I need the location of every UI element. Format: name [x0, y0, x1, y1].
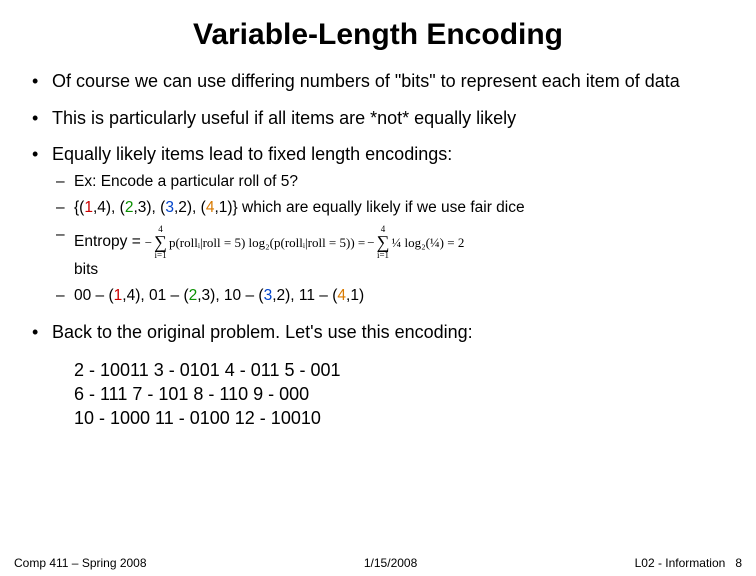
footer-left: Comp 411 – Spring 2008	[14, 556, 147, 570]
sigma-1-icon: ∑	[154, 234, 167, 250]
s2-m3: ,2), (	[174, 199, 206, 216]
encoding-row-3: 10 - 1000 11 - 0100 12 - 10010	[74, 406, 728, 430]
s4-m3: ,2), 11 – (	[272, 287, 337, 304]
s4-m4: ,1)	[346, 287, 364, 304]
sub-2: {(1,4), (2,3), (3,2), (4,1)} which are e…	[52, 198, 728, 219]
f-frac: ¼ log₂(¼) = 2	[391, 234, 464, 252]
sum-2: 4 ∑ i=1	[377, 225, 390, 259]
bullet-4: Back to the original problem. Let's use …	[28, 321, 728, 344]
f-body1: p(rollᵢ|roll = 5) log₂(p(rollᵢ|roll = 5)…	[169, 234, 365, 252]
footer-right: L02 - Information	[635, 556, 726, 570]
slide-title: Variable-Length Encoding	[28, 18, 728, 52]
footer-center: 1/15/2008	[364, 556, 417, 570]
s2-m2: ,3), (	[133, 199, 165, 216]
f-sub2: i=1	[377, 251, 389, 260]
s2-r1: 1	[84, 199, 93, 216]
s2-m4: ,1)} which are equally likely if we use …	[214, 199, 524, 216]
bullet-3: Equally likely items lead to fixed lengt…	[28, 143, 728, 307]
s2-r3: 3	[165, 199, 174, 216]
entropy-label: Entropy =	[74, 232, 141, 253]
encoding-row-2: 6 - 111 7 - 101 8 - 110 9 - 000	[74, 382, 728, 406]
bullet-1: Of course we can use differing numbers o…	[28, 70, 728, 93]
s4-r1: 1	[114, 287, 123, 304]
s4-r3: 3	[264, 287, 273, 304]
s2-m1: ,4), (	[93, 199, 125, 216]
sub-bullet-list: Ex: Encode a particular roll of 5? {(1,4…	[52, 172, 728, 308]
bullet-2: This is particularly useful if all items…	[28, 107, 728, 130]
encoding-row-1: 2 - 10011 3 - 0101 4 - 011 5 - 001	[74, 358, 728, 382]
encoding-block: 2 - 10011 3 - 0101 4 - 011 5 - 001 6 - 1…	[74, 358, 728, 431]
footer-page: 8	[735, 556, 742, 570]
s4-m1: ,4), 01 – (	[122, 287, 188, 304]
bullet-3-text: Equally likely items lead to fixed lengt…	[52, 144, 452, 164]
s4-m2: ,3), 10 – (	[197, 287, 263, 304]
sub-3: Entropy = − 4 ∑ i=1 p(rollᵢ|roll = 5) lo…	[52, 225, 728, 280]
s4-r4: 4	[337, 287, 346, 304]
sub-1: Ex: Encode a particular roll of 5?	[52, 172, 728, 193]
f-sub1: i=1	[155, 251, 167, 260]
sigma-2-icon: ∑	[377, 234, 390, 250]
entropy-bits: bits	[74, 261, 98, 278]
f-minus1: −	[145, 234, 152, 252]
entropy-formula: − 4 ∑ i=1 p(rollᵢ|roll = 5) log₂(p(rollᵢ…	[145, 225, 465, 259]
s4-pre: 00 – (	[74, 287, 114, 304]
sum-1: 4 ∑ i=1	[154, 225, 167, 259]
s2-pre: {(	[74, 199, 84, 216]
s4-r2: 2	[189, 287, 198, 304]
footer: Comp 411 – Spring 2008 1/15/2008 L02 - I…	[0, 556, 756, 570]
main-bullet-list: Of course we can use differing numbers o…	[28, 70, 728, 344]
f-minus2: −	[367, 234, 374, 252]
sub-4: 00 – (1,4), 01 – (2,3), 10 – (3,2), 11 –…	[52, 286, 728, 307]
